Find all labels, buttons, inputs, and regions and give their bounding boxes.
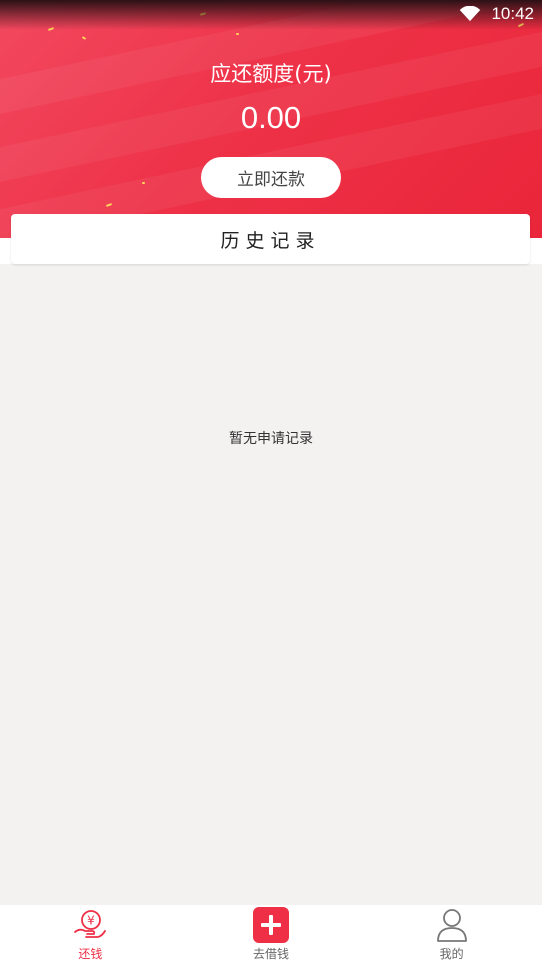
confetti bbox=[236, 33, 239, 35]
bottom-nav: ¥ 还钱 去借钱 我的 bbox=[0, 905, 542, 964]
repay-header: 10:42 应还额度(元) 0.00 立即还款 bbox=[0, 0, 542, 238]
user-icon bbox=[436, 909, 467, 942]
confetti bbox=[81, 36, 87, 40]
status-bar: 10:42 bbox=[0, 0, 542, 30]
repay-now-button[interactable]: 立即还款 bbox=[201, 157, 341, 198]
status-time: 10:42 bbox=[491, 4, 534, 23]
nav-item-repay[interactable]: ¥ 还钱 bbox=[0, 905, 181, 964]
svg-text:¥: ¥ bbox=[88, 914, 96, 928]
nav-label-repay: 还钱 bbox=[78, 947, 103, 961]
wifi-icon bbox=[459, 6, 481, 22]
history-tab[interactable]: 历史记录 bbox=[11, 214, 530, 264]
repay-hand-icon: ¥ bbox=[74, 910, 107, 938]
confetti bbox=[142, 182, 145, 184]
nav-label-profile: 我的 bbox=[439, 947, 464, 961]
empty-state-text: 暂无申请记录 bbox=[229, 431, 313, 447]
repay-amount-value: 0.00 bbox=[240, 100, 302, 135]
app-screen: 10:42 应还额度(元) 0.00 立即还款 历史记录 暂无申请记录 ¥ 还钱… bbox=[0, 0, 542, 964]
plus-icon bbox=[253, 907, 289, 943]
nav-item-profile[interactable]: 我的 bbox=[361, 905, 542, 964]
repay-amount-label: 应还额度(元) bbox=[210, 62, 332, 86]
nav-item-borrow[interactable]: 去借钱 bbox=[181, 905, 362, 964]
nav-label-borrow: 去借钱 bbox=[253, 947, 290, 961]
